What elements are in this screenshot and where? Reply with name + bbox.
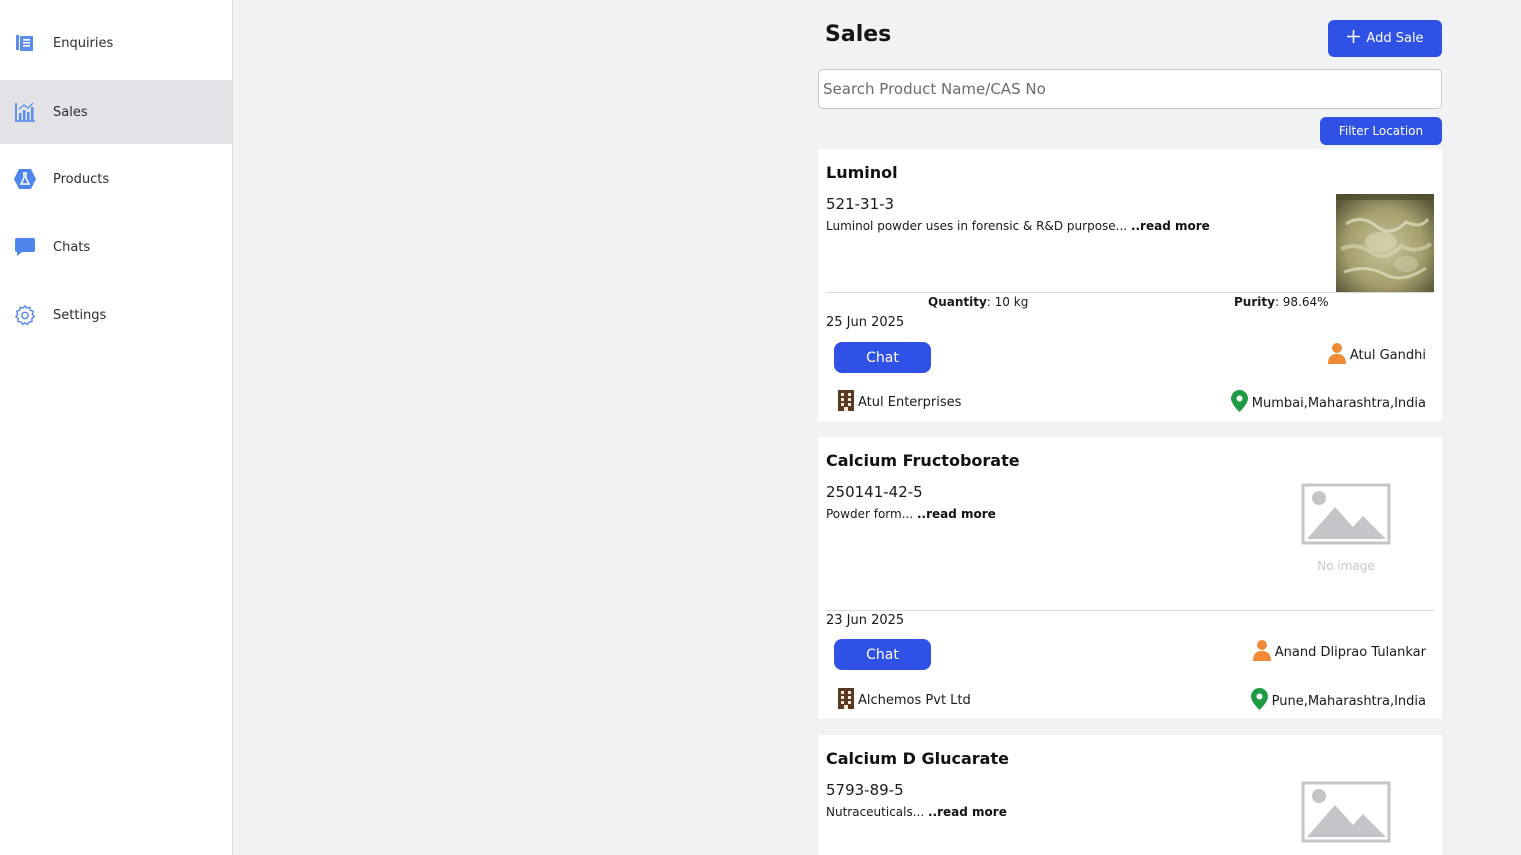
location-text: Pune,Maharashtra,India	[1271, 693, 1426, 709]
product-description: Nutraceuticals... ..read more	[826, 805, 1007, 819]
image-placeholder-icon	[1301, 781, 1391, 843]
description-text: Nutraceuticals...	[826, 805, 928, 819]
add-sale-label: Add Sale	[1366, 31, 1424, 46]
quantity-label: Quantity	[928, 295, 987, 309]
building-icon	[837, 688, 855, 713]
cas-number: 5793-89-5	[826, 781, 904, 799]
read-more-link[interactable]: ..read more	[1131, 219, 1210, 233]
quantity-value: : 10 kg	[986, 295, 1029, 309]
sidebar-item-label: Products	[53, 171, 110, 187]
no-image-placeholder: No image	[1258, 437, 1434, 607]
seller-name: Anand Dliprao Tulankar	[1274, 644, 1426, 660]
product-description: Powder form... ..read more	[826, 507, 996, 521]
company-name: Alchemos Pvt Ltd	[858, 693, 971, 708]
product-name: Calcium D Glucarate	[826, 749, 1009, 768]
no-image-text: No image	[1317, 559, 1375, 573]
location-pin-icon	[1250, 688, 1268, 714]
chat-bubble-icon	[13, 235, 37, 259]
company-name: Atul Enterprises	[858, 395, 962, 410]
person-icon	[1252, 639, 1271, 665]
company: Alchemos Pvt Ltd	[837, 688, 971, 713]
company: Atul Enterprises	[837, 390, 961, 415]
purity: Purity: 98.64%	[1234, 295, 1329, 309]
add-sale-button[interactable]: Add Sale	[1328, 20, 1442, 57]
listing-card: Luminol 521-31-3 Luminol powder uses in …	[818, 149, 1442, 421]
product-image[interactable]	[1336, 194, 1434, 292]
location: Mumbai,Maharashtra,India	[1230, 390, 1426, 416]
page-title: Sales	[825, 22, 892, 47]
sidebar-item-enquiries[interactable]: Enquiries	[0, 11, 232, 75]
description-text: Luminol powder uses in forensic & R&D pu…	[826, 219, 1131, 233]
listing-date: 25 Jun 2025	[826, 315, 905, 330]
building-icon	[837, 390, 855, 415]
read-more-link[interactable]: ..read more	[917, 507, 996, 521]
sidebar-item-label: Enquiries	[53, 35, 114, 51]
search-input[interactable]	[818, 69, 1442, 109]
product-description: Luminol powder uses in forensic & R&D pu…	[826, 219, 1210, 233]
seller-name: Atul Gandhi	[1349, 347, 1426, 363]
sidebar-item-label: Settings	[53, 307, 107, 323]
product-name: Calcium Fructoborate	[826, 451, 1020, 470]
chart-bar-icon	[13, 100, 37, 124]
plus-icon	[1346, 29, 1361, 48]
enquiries-icon	[13, 31, 37, 55]
cas-number: 250141-42-5	[826, 483, 923, 501]
person-icon	[1327, 342, 1346, 368]
image-placeholder-icon	[1301, 483, 1391, 545]
sidebar-item-chats[interactable]: Chats	[0, 215, 232, 279]
purity-label: Purity	[1234, 295, 1275, 309]
gear-icon	[13, 303, 37, 327]
purity-value: : 98.64%	[1274, 295, 1329, 309]
sidebar-item-sales[interactable]: Sales	[0, 80, 232, 144]
listing-card: Calcium Fructoborate 250141-42-5 Powder …	[818, 437, 1442, 719]
location-pin-icon	[1230, 390, 1248, 416]
quantity: Quantity: 10 kg	[928, 295, 1028, 309]
listing-card: Calcium D Glucarate 5793-89-5 Nutraceuti…	[818, 735, 1442, 855]
no-image-placeholder	[1258, 735, 1434, 855]
location: Pune,Maharashtra,India	[1250, 688, 1426, 714]
chat-button[interactable]: Chat	[834, 342, 931, 373]
description-text: Powder form...	[826, 507, 917, 521]
chat-button[interactable]: Chat	[834, 639, 931, 670]
location-text: Mumbai,Maharashtra,India	[1251, 395, 1426, 411]
card-divider	[826, 610, 1434, 611]
listing-date: 23 Jun 2025	[826, 613, 905, 628]
seller: Anand Dliprao Tulankar	[1252, 639, 1426, 665]
flask-icon	[13, 167, 37, 191]
card-divider	[826, 292, 1434, 293]
cas-number: 521-31-3	[826, 195, 895, 213]
read-more-link[interactable]: ..read more	[928, 805, 1007, 819]
sidebar: Enquiries Sales Products Chats Settings	[0, 0, 233, 855]
sidebar-item-label: Chats	[53, 239, 91, 255]
product-name: Luminol	[826, 163, 898, 182]
filter-location-button[interactable]: Filter Location	[1320, 117, 1442, 145]
sidebar-item-label: Sales	[53, 104, 88, 120]
sidebar-item-products[interactable]: Products	[0, 147, 232, 211]
sidebar-item-settings[interactable]: Settings	[0, 283, 232, 347]
seller: Atul Gandhi	[1327, 342, 1426, 368]
